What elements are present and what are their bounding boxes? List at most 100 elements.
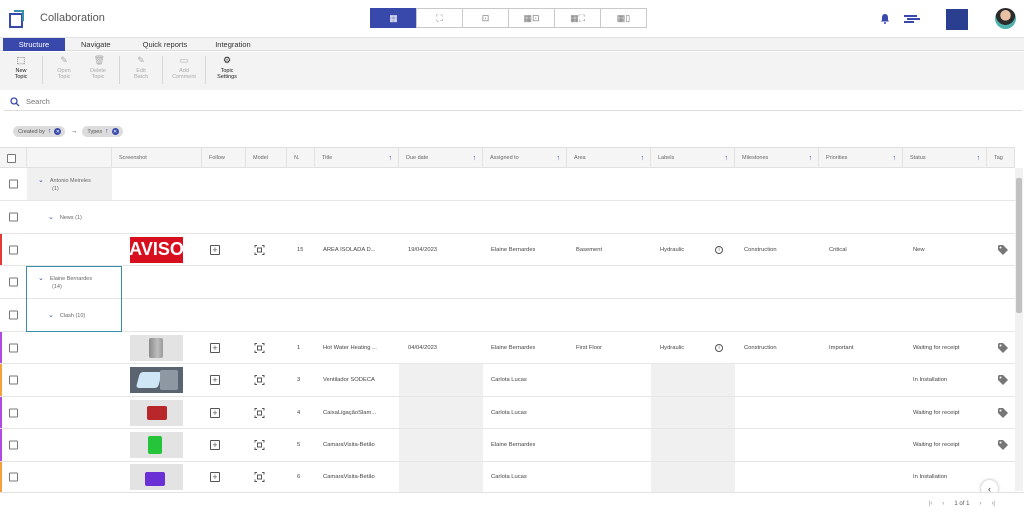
scrollbar-thumb[interactable]	[1016, 178, 1022, 313]
prev-page-icon[interactable]: ‹	[942, 501, 944, 507]
row-checkbox[interactable]	[9, 212, 18, 222]
remove-chip-icon[interactable]: ✕	[111, 128, 119, 135]
group-chip-types[interactable]: Types ↑ ✕	[82, 126, 123, 137]
follow-toggle[interactable]: +	[210, 342, 220, 353]
new-topic-button[interactable]: ⬚ New Topic	[4, 52, 38, 88]
screenshot-thumbnail[interactable]	[130, 464, 183, 490]
info-icon[interactable]: i	[715, 245, 723, 254]
company-logo[interactable]	[946, 9, 968, 30]
header-follow[interactable]: Follow	[202, 148, 246, 168]
model-viewer-icon[interactable]	[254, 342, 265, 353]
tab-navigate[interactable]: Navigate	[67, 38, 125, 51]
model-viewer-icon[interactable]	[254, 244, 265, 255]
grid-view-button[interactable]: ▦	[370, 8, 417, 28]
sort-up-icon[interactable]: ↑	[105, 128, 109, 135]
add-comment-button[interactable]: ▭ Add Comment	[167, 52, 201, 88]
screenshot-thumbnail[interactable]	[130, 432, 183, 458]
group-chip-created-by[interactable]: Created by ↑ ✕	[13, 126, 66, 137]
sort-arrow-icon[interactable]: ↑	[809, 155, 813, 162]
info-icon[interactable]: i	[715, 343, 723, 352]
first-page-icon[interactable]: |‹	[929, 501, 933, 507]
row-checkbox[interactable]	[9, 310, 18, 320]
notification-bell-icon[interactable]	[880, 13, 890, 24]
sort-arrow-icon[interactable]: ↑	[473, 155, 477, 162]
sort-arrow-icon[interactable]: ↑	[641, 155, 645, 162]
group-row[interactable]: ⌄ Antonio Meireles (1)	[0, 168, 1015, 201]
sort-arrow-icon[interactable]: ↑	[389, 155, 393, 162]
table-row[interactable]: AVISO + 15 ÁREA ISOLADA D... 19/04/2023 …	[0, 234, 1015, 266]
open-topic-button[interactable]: ✎ Open Topic	[47, 52, 81, 88]
model-viewer-icon[interactable]	[254, 407, 265, 418]
next-page-icon[interactable]: ›	[979, 501, 981, 507]
follow-toggle[interactable]: +	[210, 375, 220, 385]
row-checkbox[interactable]	[9, 343, 18, 352]
header-area[interactable]: Area ↑	[567, 148, 651, 168]
model-viewer-icon[interactable]	[254, 375, 265, 386]
row-checkbox[interactable]	[9, 408, 18, 417]
header-number[interactable]: N.	[287, 148, 315, 168]
row-checkbox[interactable]	[9, 179, 18, 189]
sort-arrow-icon[interactable]: ↑	[893, 155, 897, 162]
row-checkbox[interactable]	[9, 472, 18, 482]
row-checkbox[interactable]	[9, 277, 18, 287]
screenshot-thumbnail[interactable]	[130, 399, 183, 426]
row-checkbox[interactable]	[9, 440, 18, 450]
table-row[interactable]: + 6 CamaraVisita-Betão Carlota Lucas In …	[0, 462, 1015, 492]
screenshot-thumbnail[interactable]	[130, 334, 183, 361]
header-milestones[interactable]: Milestones ↑	[735, 148, 819, 168]
tag-icon[interactable]	[998, 407, 1009, 418]
header-labels[interactable]: Labels ↑	[651, 148, 735, 168]
grid-detail-view-button[interactable]: ▦▯	[600, 8, 647, 28]
row-checkbox[interactable]	[9, 375, 18, 385]
tag-icon[interactable]	[998, 244, 1009, 255]
select-all-checkbox[interactable]	[7, 153, 16, 163]
header-title[interactable]: Title ↑	[315, 148, 399, 168]
grid-split-view-button[interactable]: ▦⛶	[554, 8, 601, 28]
tag-icon[interactable]	[998, 342, 1009, 353]
screenshot-thumbnail[interactable]: AVISO	[130, 236, 183, 263]
tag-icon[interactable]	[998, 375, 1009, 385]
brand-mark-icon[interactable]	[904, 14, 920, 23]
follow-toggle[interactable]: +	[210, 244, 220, 255]
delete-topic-button[interactable]: 🗑 Delete Topic	[81, 52, 115, 88]
model-viewer-icon[interactable]	[254, 472, 265, 483]
follow-toggle[interactable]: +	[210, 472, 220, 482]
header-status[interactable]: Status ↑	[903, 148, 987, 168]
tab-quick-reports[interactable]: Quick reports	[129, 38, 202, 51]
chevron-down-icon[interactable]: ⌄	[48, 214, 54, 221]
row-checkbox[interactable]	[9, 245, 18, 254]
header-priorities[interactable]: Priorities ↑	[819, 148, 903, 168]
tab-structure[interactable]: Structure	[3, 38, 65, 51]
model-viewer-icon[interactable]	[254, 440, 265, 451]
group-row[interactable]: ⌄ Elaine Bernardes (14)	[0, 266, 1015, 299]
table-row[interactable]: + 3 Ventilador SODECA Carlota Lucas In I…	[0, 364, 1015, 397]
sort-up-icon[interactable]: ↑	[48, 128, 52, 135]
sort-arrow-icon[interactable]: ↑	[557, 155, 561, 162]
app-logo-icon[interactable]	[8, 9, 26, 29]
edit-batch-button[interactable]: ✎ Edit Batch	[124, 52, 158, 88]
header-screenshot[interactable]: Screenshot	[112, 148, 202, 168]
screenshot-thumbnail[interactable]	[130, 367, 183, 393]
chevron-down-icon[interactable]: ⌄	[38, 177, 44, 184]
tab-integration[interactable]: Integration	[201, 38, 264, 51]
user-avatar[interactable]	[995, 8, 1016, 29]
tag-icon[interactable]	[998, 440, 1009, 450]
header-due-date[interactable]: Due date ↑	[399, 148, 483, 168]
follow-toggle[interactable]: +	[210, 440, 220, 450]
header-assigned-to[interactable]: Assigned to ↑	[483, 148, 567, 168]
subgroup-row[interactable]: ⌄ Clash (10)	[0, 299, 1015, 332]
header-model[interactable]: Model	[246, 148, 287, 168]
table-row[interactable]: + 5 CamaraVisita-Betão Elaine Bernardes …	[0, 429, 1015, 462]
search-input[interactable]	[26, 97, 326, 106]
last-page-icon[interactable]: ›|	[991, 501, 995, 507]
viewer-view-button[interactable]: ⊡	[462, 8, 509, 28]
sort-arrow-icon[interactable]: ↑	[977, 155, 981, 162]
model-view-button[interactable]: ⛶	[416, 8, 463, 28]
grid-model-view-button[interactable]: ▦⊡	[508, 8, 555, 28]
follow-toggle[interactable]: +	[210, 407, 220, 418]
sort-arrow-icon[interactable]: ↑	[725, 155, 729, 162]
header-tag[interactable]: Tag	[987, 148, 1015, 168]
topic-settings-button[interactable]: ⚙ Topic Settings	[210, 52, 244, 88]
table-row[interactable]: + 1 Hot Water Heating ... 04/04/2023 Ela…	[0, 332, 1015, 364]
subgroup-row[interactable]: ⌄ News (1)	[0, 201, 1015, 234]
